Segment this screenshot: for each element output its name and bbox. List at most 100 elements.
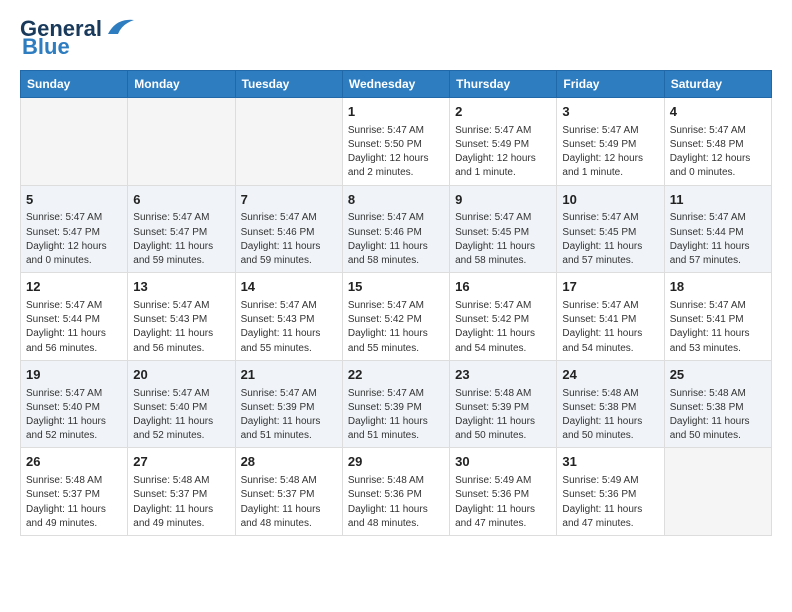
calendar-cell: 3Sunrise: 5:47 AMSunset: 5:49 PMDaylight… bbox=[557, 98, 664, 186]
logo: General Blue bbox=[20, 16, 136, 60]
cell-info: Sunrise: 5:47 AMSunset: 5:40 PMDaylight:… bbox=[133, 387, 229, 444]
day-number: 11 bbox=[670, 191, 766, 210]
day-number: 29 bbox=[348, 453, 444, 472]
calendar-cell: 26 Sunrise: 5:48 AMSunset: 5:37 PMDayligh… bbox=[21, 448, 128, 536]
day-number: 3 bbox=[562, 103, 658, 122]
day-number: 5 bbox=[26, 191, 122, 210]
calendar-cell: 30Sunrise: 5:49 AMSunset: 5:36 PMDayligh… bbox=[450, 448, 557, 536]
calendar-cell: 31 Sunrise: 5:49 AMSunset: 5:36 PMDayligh… bbox=[557, 448, 664, 536]
cell-info: Sunrise: 5:48 AMSunset: 5:37 PMDaylight:… bbox=[133, 474, 229, 531]
cell-info: Sunrise: 5:47 AMSunset: 5:41 PMDaylight:… bbox=[562, 299, 658, 356]
cell-info: Sunrise: 5:49 AMSunset: 5:36 PMDaylight:… bbox=[455, 474, 551, 531]
cell-info: Sunrise: 5:47 AMSunset: 5:42 PMDaylight:… bbox=[455, 299, 551, 356]
calendar-cell: 28 Sunrise: 5:48 AMSunset: 5:37 PMDayligh… bbox=[235, 448, 342, 536]
calendar-cell: 18 Sunrise: 5:47 AMSunset: 5:41 PMDayligh… bbox=[664, 273, 771, 361]
header-friday: Friday bbox=[557, 71, 664, 98]
day-number: 12 bbox=[26, 278, 122, 297]
day-number: 31 bbox=[562, 453, 658, 472]
week-row-2: 5Sunrise: 5:47 AMSunset: 5:47 PMDaylight… bbox=[21, 185, 772, 273]
day-number: 24 bbox=[562, 366, 658, 385]
calendar-cell: 24 Sunrise: 5:48 AMSunset: 5:38 PMDayligh… bbox=[557, 360, 664, 448]
calendar-cell: 19 Sunrise: 5:47 AMSunset: 5:40 PMDayligh… bbox=[21, 360, 128, 448]
calendar-cell: 23 Sunrise: 5:48 AMSunset: 5:39 PMDayligh… bbox=[450, 360, 557, 448]
calendar-cell: 21 Sunrise: 5:47 AMSunset: 5:39 PMDayligh… bbox=[235, 360, 342, 448]
header-thursday: Thursday bbox=[450, 71, 557, 98]
cell-info: Sunrise: 5:47 AMSunset: 5:40 PMDaylight:… bbox=[26, 387, 122, 444]
day-number: 21 bbox=[241, 366, 337, 385]
cell-info: Sunrise: 5:47 AMSunset: 5:43 PMDaylight:… bbox=[133, 299, 229, 356]
calendar-cell: 17Sunrise: 5:47 AMSunset: 5:41 PMDayligh… bbox=[557, 273, 664, 361]
cell-info: Sunrise: 5:48 AMSunset: 5:36 PMDaylight:… bbox=[348, 474, 444, 531]
header-sunday: Sunday bbox=[21, 71, 128, 98]
calendar-cell: 14Sunrise: 5:47 AMSunset: 5:43 PMDayligh… bbox=[235, 273, 342, 361]
cell-info: Sunrise: 5:47 AMSunset: 5:39 PMDaylight:… bbox=[348, 387, 444, 444]
cell-info: Sunrise: 5:47 AMSunset: 5:42 PMDaylight:… bbox=[348, 299, 444, 356]
day-number: 14 bbox=[241, 278, 337, 297]
header-saturday: Saturday bbox=[664, 71, 771, 98]
day-number: 25 bbox=[670, 366, 766, 385]
day-number: 7 bbox=[241, 191, 337, 210]
cell-info: Sunrise: 5:47 AMSunset: 5:48 PMDaylight:… bbox=[670, 124, 766, 181]
calendar-cell: 2 Sunrise: 5:47 AMSunset: 5:49 PMDaylight… bbox=[450, 98, 557, 186]
calendar-cell: 11Sunrise: 5:47 AMSunset: 5:44 PMDayligh… bbox=[664, 185, 771, 273]
day-number: 28 bbox=[241, 453, 337, 472]
calendar-cell: 13Sunrise: 5:47 AMSunset: 5:43 PMDayligh… bbox=[128, 273, 235, 361]
week-row-4: 19 Sunrise: 5:47 AMSunset: 5:40 PMDayligh… bbox=[21, 360, 772, 448]
calendar-cell: 6Sunrise: 5:47 AMSunset: 5:47 PMDaylight… bbox=[128, 185, 235, 273]
day-number: 16 bbox=[455, 278, 551, 297]
logo-wing-icon bbox=[104, 16, 136, 36]
calendar-cell bbox=[128, 98, 235, 186]
calendar-cell: 1 Sunrise: 5:47 AMSunset: 5:50 PMDaylight… bbox=[342, 98, 449, 186]
calendar-cell: 25 Sunrise: 5:48 AMSunset: 5:38 PMDayligh… bbox=[664, 360, 771, 448]
calendar-cell bbox=[235, 98, 342, 186]
cell-info: Sunrise: 5:48 AMSunset: 5:38 PMDaylight:… bbox=[562, 387, 658, 444]
calendar-cell: 12 Sunrise: 5:47 AMSunset: 5:44 PMDayligh… bbox=[21, 273, 128, 361]
day-number: 26 bbox=[26, 453, 122, 472]
header-row: SundayMondayTuesdayWednesdayThursdayFrid… bbox=[21, 71, 772, 98]
calendar-cell: 10Sunrise: 5:47 AMSunset: 5:45 PMDayligh… bbox=[557, 185, 664, 273]
calendar-table: SundayMondayTuesdayWednesdayThursdayFrid… bbox=[20, 70, 772, 536]
day-number: 2 bbox=[455, 103, 551, 122]
day-number: 1 bbox=[348, 103, 444, 122]
day-number: 23 bbox=[455, 366, 551, 385]
cell-info: Sunrise: 5:47 AMSunset: 5:46 PMDaylight:… bbox=[348, 211, 444, 268]
day-number: 27 bbox=[133, 453, 229, 472]
calendar-cell bbox=[664, 448, 771, 536]
header-tuesday: Tuesday bbox=[235, 71, 342, 98]
header-monday: Monday bbox=[128, 71, 235, 98]
day-number: 18 bbox=[670, 278, 766, 297]
week-row-1: 1 Sunrise: 5:47 AMSunset: 5:50 PMDaylight… bbox=[21, 98, 772, 186]
cell-info: Sunrise: 5:47 AMSunset: 5:50 PMDaylight:… bbox=[348, 124, 444, 181]
day-number: 6 bbox=[133, 191, 229, 210]
cell-info: Sunrise: 5:47 AMSunset: 5:39 PMDaylight:… bbox=[241, 387, 337, 444]
cell-info: Sunrise: 5:49 AMSunset: 5:36 PMDaylight:… bbox=[562, 474, 658, 531]
day-number: 4 bbox=[670, 103, 766, 122]
cell-info: Sunrise: 5:48 AMSunset: 5:38 PMDaylight:… bbox=[670, 387, 766, 444]
cell-info: Sunrise: 5:48 AMSunset: 5:39 PMDaylight:… bbox=[455, 387, 551, 444]
cell-info: Sunrise: 5:47 AMSunset: 5:44 PMDaylight:… bbox=[26, 299, 122, 356]
day-number: 9 bbox=[455, 191, 551, 210]
week-row-3: 12 Sunrise: 5:47 AMSunset: 5:44 PMDayligh… bbox=[21, 273, 772, 361]
cell-info: Sunrise: 5:47 AMSunset: 5:49 PMDaylight:… bbox=[455, 124, 551, 181]
day-number: 19 bbox=[26, 366, 122, 385]
page: General Blue SundayMondayTuesdayWednesda… bbox=[0, 0, 792, 612]
day-number: 22 bbox=[348, 366, 444, 385]
logo-blue: Blue bbox=[22, 34, 70, 60]
calendar-cell: 5Sunrise: 5:47 AMSunset: 5:47 PMDaylight… bbox=[21, 185, 128, 273]
cell-info: Sunrise: 5:48 AMSunset: 5:37 PMDaylight:… bbox=[26, 474, 122, 531]
cell-info: Sunrise: 5:48 AMSunset: 5:37 PMDaylight:… bbox=[241, 474, 337, 531]
calendar-cell: 29 Sunrise: 5:48 AMSunset: 5:36 PMDayligh… bbox=[342, 448, 449, 536]
week-row-5: 26 Sunrise: 5:48 AMSunset: 5:37 PMDayligh… bbox=[21, 448, 772, 536]
cell-info: Sunrise: 5:47 AMSunset: 5:46 PMDaylight:… bbox=[241, 211, 337, 268]
calendar-cell: 20Sunrise: 5:47 AMSunset: 5:40 PMDayligh… bbox=[128, 360, 235, 448]
header-wednesday: Wednesday bbox=[342, 71, 449, 98]
cell-info: Sunrise: 5:47 AMSunset: 5:47 PMDaylight:… bbox=[26, 211, 122, 268]
calendar-cell: 7Sunrise: 5:47 AMSunset: 5:46 PMDaylight… bbox=[235, 185, 342, 273]
cell-info: Sunrise: 5:47 AMSunset: 5:44 PMDaylight:… bbox=[670, 211, 766, 268]
calendar-cell: 16 Sunrise: 5:47 AMSunset: 5:42 PMDayligh… bbox=[450, 273, 557, 361]
cell-info: Sunrise: 5:47 AMSunset: 5:41 PMDaylight:… bbox=[670, 299, 766, 356]
day-number: 15 bbox=[348, 278, 444, 297]
cell-info: Sunrise: 5:47 AMSunset: 5:45 PMDaylight:… bbox=[562, 211, 658, 268]
calendar-cell: 9Sunrise: 5:47 AMSunset: 5:45 PMDaylight… bbox=[450, 185, 557, 273]
cell-info: Sunrise: 5:47 AMSunset: 5:47 PMDaylight:… bbox=[133, 211, 229, 268]
